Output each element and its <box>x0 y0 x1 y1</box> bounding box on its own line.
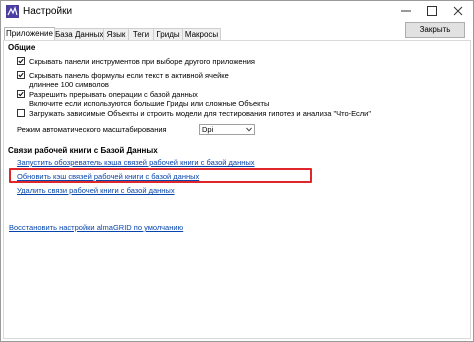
workbook-links-group-title: Связи рабочей книги с Базой Данных <box>8 146 158 155</box>
tab-strip: Приложение База Данных Язык Теги Гриды М… <box>1 27 473 40</box>
tab-grids[interactable]: Гриды <box>153 28 183 40</box>
delete-workbook-links-link[interactable]: Удалить связи рабочей книги с базой данн… <box>17 186 175 195</box>
tab-tags[interactable]: Теги <box>128 28 154 40</box>
window-title: Настройки <box>23 6 73 17</box>
title-bar: Настройки <box>1 1 473 23</box>
tab-language[interactable]: Язык <box>103 28 129 40</box>
scaling-mode-value: Dpi <box>202 125 214 134</box>
app-icon <box>6 5 19 18</box>
minimize-icon <box>401 10 411 12</box>
restore-defaults-link[interactable]: Восстановить настройки almaGRID по умолч… <box>9 223 183 232</box>
update-links-cache-link[interactable]: Обновить кэш связей рабочей книги с базо… <box>17 172 199 181</box>
tab-macros[interactable]: Макросы <box>182 28 221 40</box>
close-dialog-button[interactable]: Закрыть <box>405 22 465 38</box>
launch-cache-browser-link[interactable]: Запустить обозреватель кэша связей рабоч… <box>17 158 255 167</box>
checkbox-hide-formula-bar[interactable] <box>17 71 25 79</box>
option-load-dependent-objects-label: Загружать зависимые Объекты и строить мо… <box>29 109 372 118</box>
scaling-mode-label: Режим автоматического масштабирования <box>17 125 167 134</box>
option-allow-interrupt-hint: Включите если используются большие Гриды… <box>29 99 270 108</box>
tab-database[interactable]: База Данных <box>54 28 104 40</box>
maximize-icon <box>427 6 437 16</box>
general-group-title: Общие <box>8 43 36 52</box>
checkmark-icon <box>18 91 24 97</box>
checkbox-hide-toolbars[interactable] <box>17 57 25 65</box>
chevron-down-icon <box>246 127 252 132</box>
window-close-button[interactable] <box>445 1 471 21</box>
option-allow-interrupt-label: Разрешить прерывать операции с базой дан… <box>29 90 198 99</box>
tab-application[interactable]: Приложение <box>4 27 55 40</box>
option-hide-toolbars-label: Скрывать панели инструментов при выборе … <box>29 57 255 66</box>
option-hide-formula-bar-label-line2: длиннее 100 символов <box>29 80 109 89</box>
close-icon <box>453 6 463 16</box>
checkbox-allow-interrupt[interactable] <box>17 90 25 98</box>
checkmark-icon <box>18 72 24 78</box>
maximize-button[interactable] <box>419 1 445 21</box>
checkmark-icon <box>18 58 24 64</box>
scaling-mode-select[interactable]: Dpi <box>199 124 255 135</box>
option-hide-formula-bar-label: Скрывать панель формулы если текст в акт… <box>29 71 229 80</box>
settings-window: Настройки Приложение База Данных Язык Те… <box>0 0 474 342</box>
checkbox-load-dependent-objects[interactable] <box>17 109 25 117</box>
minimize-button[interactable] <box>393 1 419 21</box>
